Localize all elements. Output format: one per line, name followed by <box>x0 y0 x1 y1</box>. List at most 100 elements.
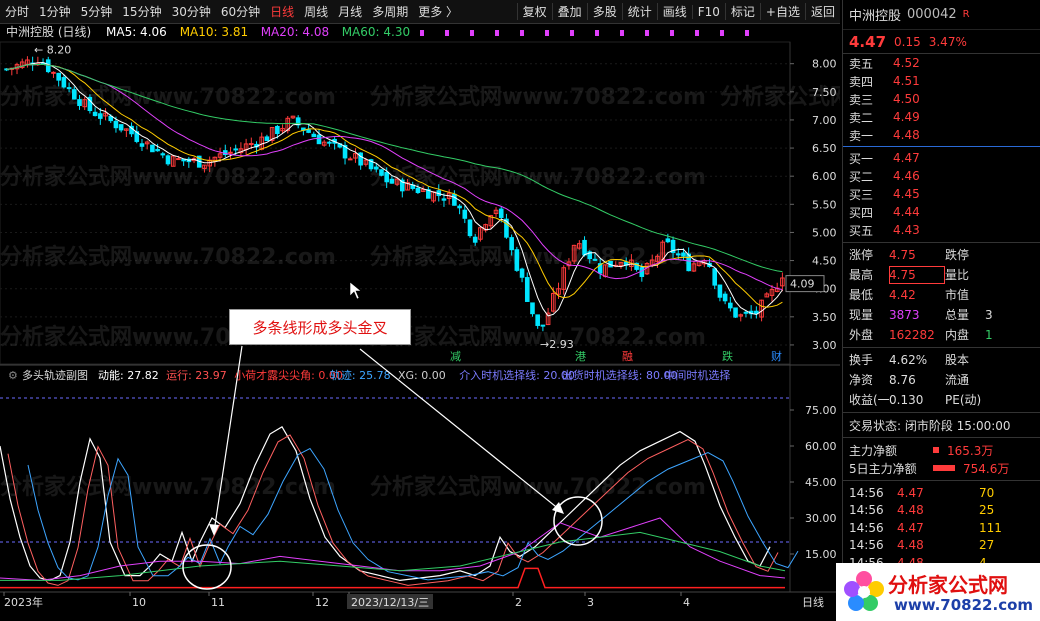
period-tab[interactable]: 30分钟 <box>167 3 216 20</box>
period-tab[interactable]: 周线 <box>299 3 333 20</box>
stat-value: 3 <box>985 308 993 322</box>
level-label: 买五 <box>849 223 874 238</box>
tick-row: 14:56 4.47 111 <box>843 519 1040 537</box>
main-chart-header: 中洲控股 (日线) MA5: 4.06 MA10: 3.81 MA20: 4.08 M… <box>6 24 749 39</box>
period-tab[interactable]: 15分钟 <box>117 3 166 20</box>
level-price: 4.52 <box>893 56 920 70</box>
order-level: 买二 4.46 <box>843 167 1040 185</box>
period-tab[interactable]: 分时 <box>0 3 34 20</box>
price-axis: 8.007.507.006.506.005.505.004.504.003.50… <box>785 42 837 592</box>
period-tab[interactable]: 1分钟 <box>34 3 76 20</box>
candle-body <box>384 171 389 183</box>
quote-stats: 涨停 4.75 跌停 最高 4.75 量比 最低 4.42 市值 现量 3873 总量 3 外盘 16228… <box>843 246 1040 344</box>
tool-button[interactable]: 返回 <box>804 3 840 20</box>
tool-button[interactable]: 叠加 <box>551 3 587 20</box>
period-tab[interactable]: 5分钟 <box>76 3 118 20</box>
level-label: 卖五 <box>849 56 874 71</box>
mouse-cursor-icon <box>349 281 362 300</box>
period-tab[interactable]: 日线 <box>265 3 299 20</box>
candle-body <box>327 141 332 144</box>
current-price-label: 4.09 <box>790 278 815 291</box>
ask-levels: 卖五 4.52 卖四 4.51 卖三 4.50 卖二 4.49 卖一 4.48 <box>843 54 1040 144</box>
tool-button[interactable]: 统计 <box>621 3 657 20</box>
high-label: ← 8.20 <box>34 44 71 57</box>
signal-flag <box>520 30 524 36</box>
order-level: 卖二 4.49 <box>843 108 1040 126</box>
candle-body <box>373 166 379 170</box>
stat-label: 量比 <box>945 268 970 282</box>
stat-label: 最低 <box>849 288 874 302</box>
period-tab[interactable]: 多周期 <box>367 3 413 20</box>
flow-row: 5日主力净额 754.6万 <box>843 459 1040 477</box>
tick-volume: 70 <box>979 485 995 500</box>
price-tick: 8.00 <box>812 58 837 71</box>
watermark-text: 分析家公式网www.70822.com <box>370 84 706 110</box>
date-tick: 12 <box>315 596 329 609</box>
stat-value: 3873 <box>889 308 920 322</box>
site-logo: 分析家公式网 www.70822.com <box>836 563 1040 621</box>
candle-body <box>176 158 181 161</box>
ma-label: MA20: 4.08 <box>261 25 329 39</box>
period-tab[interactable]: 60分钟 <box>216 3 265 20</box>
quote-panel: 中洲控股 000042 R 4.47 0.15 3.47% 卖五 4.52 卖四 4.… <box>842 0 1040 621</box>
level-label: 卖一 <box>849 128 874 143</box>
candle-body <box>113 120 119 129</box>
main-chart-title: 中洲控股 (日线) <box>6 24 91 39</box>
level-price: 4.45 <box>893 187 920 201</box>
level-label: 买二 <box>849 169 874 184</box>
order-level: 买三 4.45 <box>843 185 1040 203</box>
period-tab[interactable]: 月线 <box>333 3 367 20</box>
event-marker[interactable]: 融 <box>622 350 633 363</box>
candle-body <box>675 253 681 256</box>
signal-flag <box>745 30 749 36</box>
kline-chart-svg[interactable]: 中洲控股 (日线) MA5: 4.06 MA10: 3.81 MA20: 4.08 M… <box>0 24 1040 614</box>
event-marker[interactable]: 跌 <box>722 349 733 363</box>
trajectory-line <box>27 447 799 581</box>
tool-button[interactable]: F10 <box>691 4 725 19</box>
level-price: 4.47 <box>893 151 920 165</box>
price-tick: 6.50 <box>812 142 837 155</box>
tool-button[interactable]: 标记 <box>724 3 760 20</box>
stat-label: 收益(一) <box>849 393 889 407</box>
signal-flag <box>420 30 424 36</box>
candle-body <box>733 307 738 318</box>
candle-body <box>389 178 395 184</box>
candle-body <box>514 249 520 271</box>
period-toolbar: 分时 1分钟 5分钟 15分钟 30分钟 60分钟 日线 周线 月线 多周期 更多 〉 复权 叠加 多股… <box>0 0 840 24</box>
candle-body <box>165 155 171 165</box>
stat-label: PE(动) <box>945 393 982 407</box>
candle-body <box>150 144 155 153</box>
event-marker[interactable]: 财 <box>771 349 782 363</box>
flow-bar <box>933 465 955 471</box>
watermark-text: 分析家公式网www.70822.com <box>0 164 336 190</box>
sub-chart-title: 多头轨迹副图 <box>22 368 88 382</box>
candle-body <box>728 302 733 309</box>
period-tab[interactable]: 更多 〉 <box>413 3 463 20</box>
logo-text: 分析家公式网 <box>888 573 1008 597</box>
candle-body <box>56 72 61 81</box>
ma-label: MA60: 4.30 <box>342 25 410 39</box>
date-tick: 2 <box>515 596 522 609</box>
level-label: 卖二 <box>849 110 874 125</box>
tool-button[interactable]: 多股 <box>586 3 622 20</box>
candle-body <box>61 77 67 88</box>
event-marker[interactable]: 港 <box>575 350 586 363</box>
signal-flag <box>445 30 449 36</box>
stat-value <box>985 351 1035 369</box>
candle-body <box>519 268 525 278</box>
date-tick: 3 <box>587 596 594 609</box>
level-label: 卖三 <box>849 92 874 107</box>
stat-value <box>985 391 1035 409</box>
tool-button[interactable]: +自选 <box>759 3 805 20</box>
low-label: →2.93 <box>540 338 574 351</box>
tick-price: 4.48 <box>897 538 924 553</box>
tool-button[interactable]: 复权 <box>516 3 552 20</box>
event-marker[interactable]: 减 <box>450 350 461 363</box>
logo-url: www.70822.com <box>894 596 1034 614</box>
tool-button[interactable]: 画线 <box>656 3 692 20</box>
flow-value: 165.3万 <box>947 443 994 458</box>
indicator-axis: 75.00 60.00 45.00 30.00 15.00 <box>790 404 837 561</box>
settings-icon[interactable]: ⚙ <box>8 369 18 382</box>
indicator-stat: 运行: 23.97 <box>166 369 227 382</box>
fundamental-stats: 换手 4.62% 股本净资 8.76 流通收益(一)0.130 PE(动) <box>843 351 1040 409</box>
